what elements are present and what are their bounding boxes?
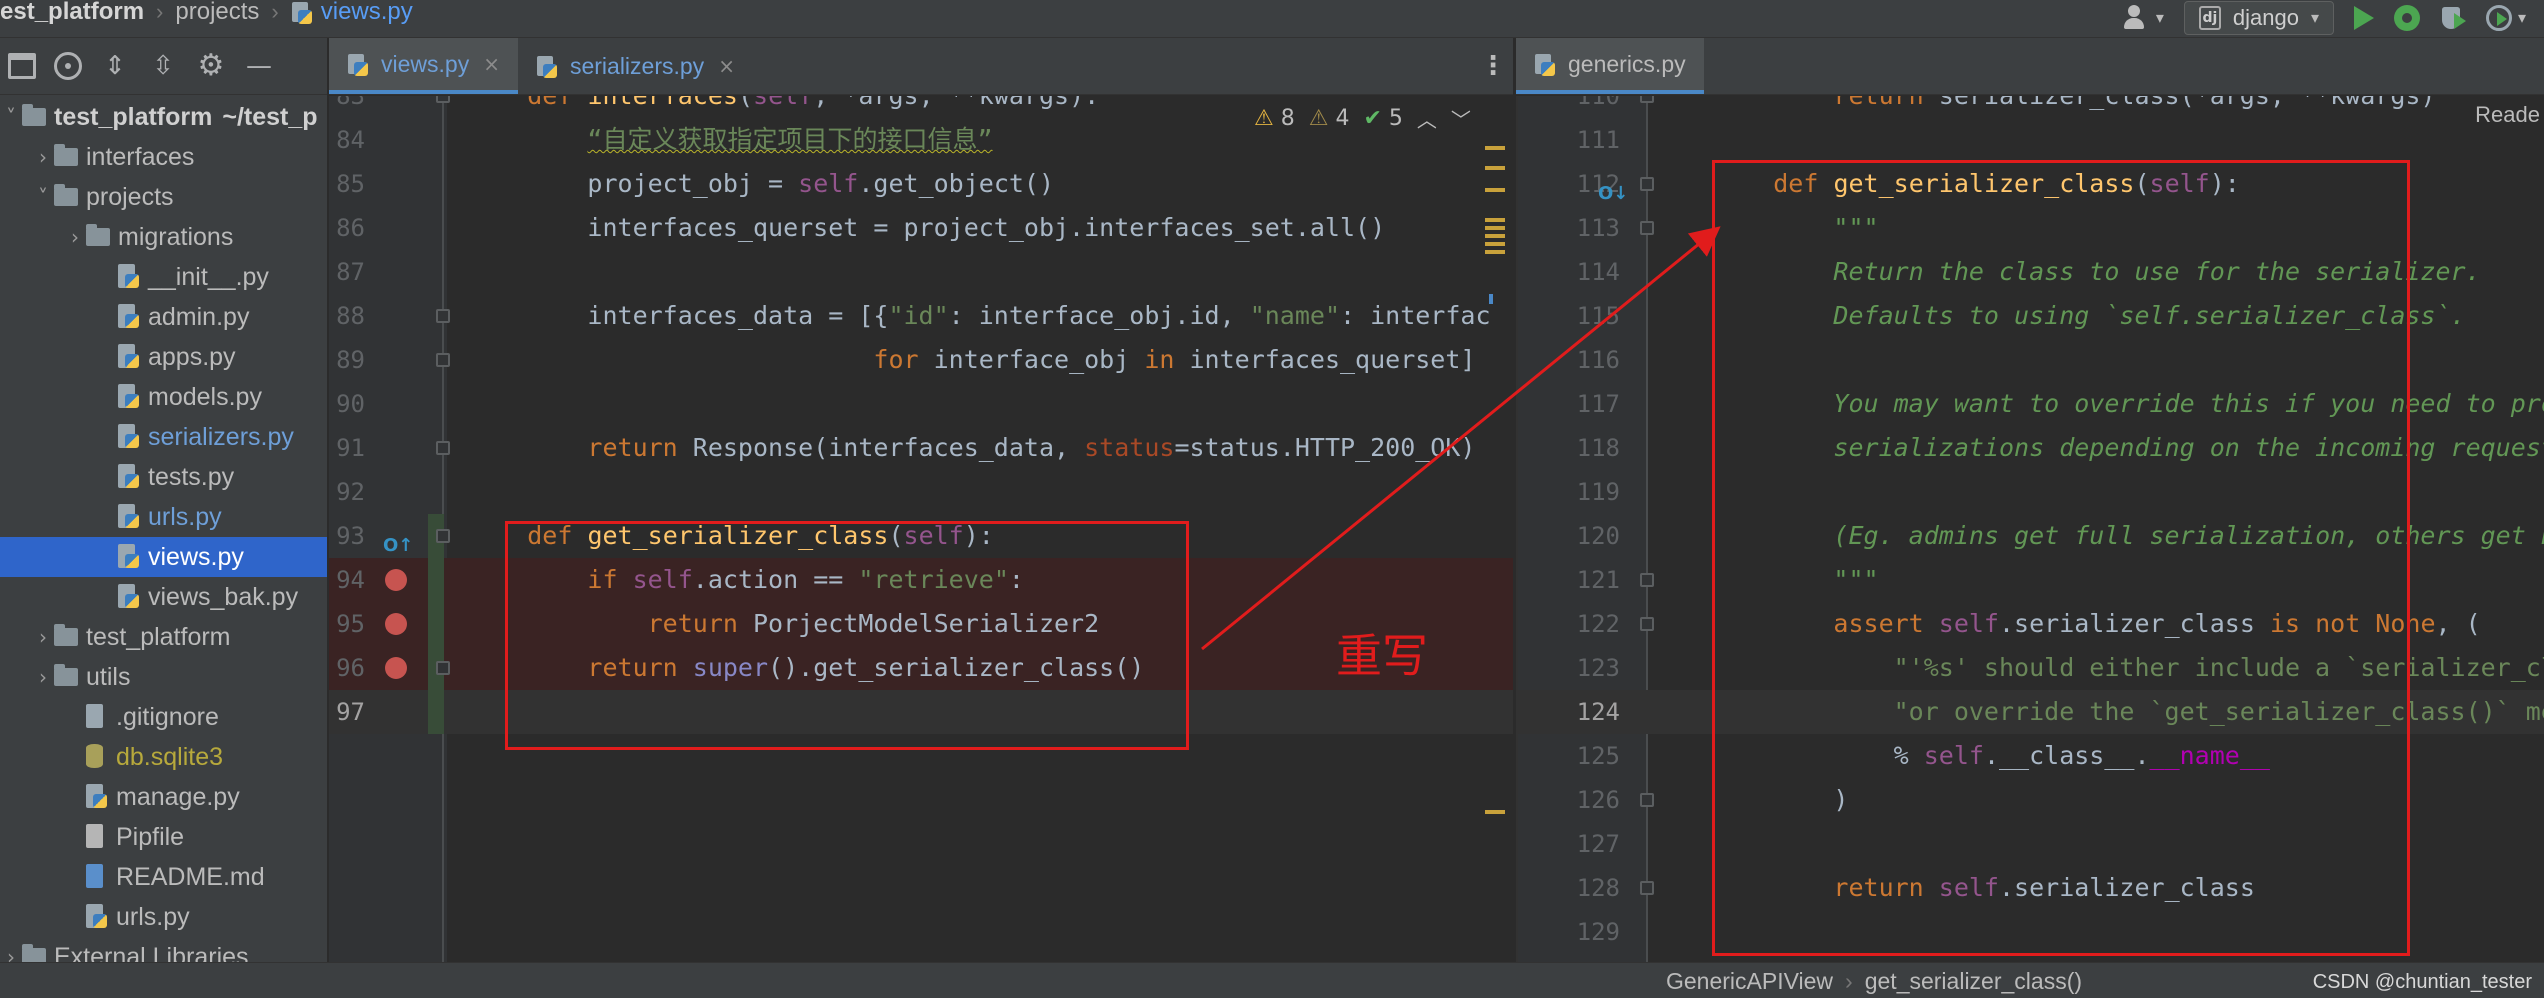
- annotation-arrow: [1201, 226, 1721, 651]
- annotation-label: 重写: [1336, 629, 1428, 683]
- code-breadcrumb-class[interactable]: GenericAPIView: [1666, 968, 1833, 994]
- code-breadcrumb-method[interactable]: get_serializer_class(): [1865, 968, 2082, 994]
- arrow-line: [1201, 226, 1721, 651]
- code-breadcrumb: GenericAPIView › get_serializer_class(): [1666, 968, 2082, 995]
- status-bar: GenericAPIView › get_serializer_class() CS…: [0, 962, 2544, 998]
- breadcrumb-separator: ›: [1845, 968, 1853, 994]
- watermark: CSDN @chuntian_tester: [2312, 971, 2532, 993]
